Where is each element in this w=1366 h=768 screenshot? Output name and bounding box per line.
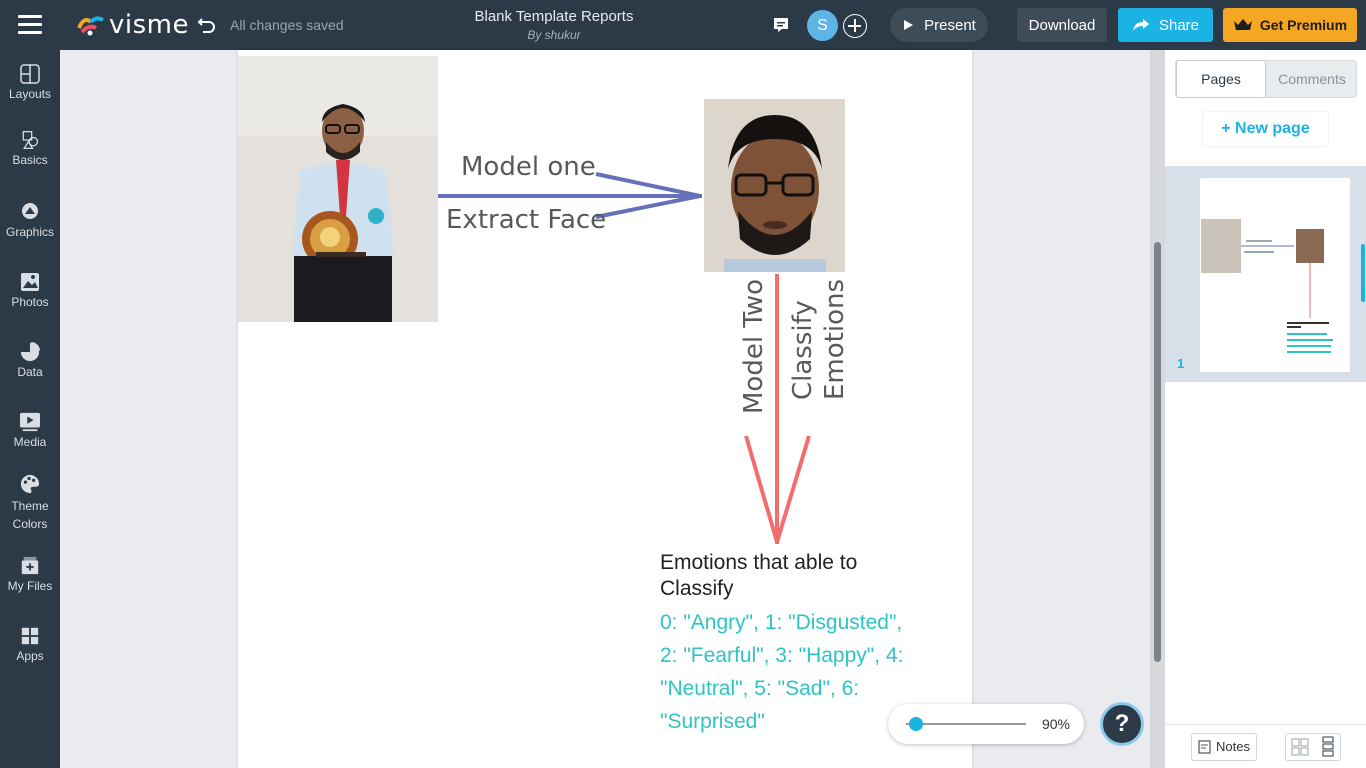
zoom-slider-track[interactable] (906, 723, 1026, 725)
folder-icon (21, 556, 39, 575)
share-icon (1132, 19, 1149, 31)
sidebar-item-label: Graphics (5, 225, 55, 239)
scrollbar-thumb[interactable] (1154, 242, 1161, 662)
tab-comments[interactable]: Comments (1267, 61, 1357, 97)
list-view-icon[interactable] (1314, 734, 1342, 760)
page-number: 1 (1177, 356, 1185, 371)
visme-logo[interactable]: visme (76, 10, 189, 40)
add-collaborator-icon[interactable] (843, 14, 867, 38)
page-thumbnail[interactable] (1200, 178, 1350, 372)
sidebar-item-data[interactable]: Data (0, 342, 60, 379)
sidebar-item-graphics[interactable]: Graphics (0, 202, 60, 239)
zoom-value: 90% (1041, 716, 1070, 732)
sidebar-item-my-files[interactable]: My Files (0, 556, 60, 593)
top-bar: visme All changes saved Blank Template R… (0, 0, 1366, 50)
sidebar-item-theme-colors[interactable]: Theme Colors (0, 474, 60, 533)
sidebar-item-label: Apps (16, 649, 44, 663)
sidebar-item-label: Data (17, 365, 43, 379)
model-two-label[interactable]: Model Two (739, 279, 769, 414)
get-premium-button[interactable]: Get Premium (1223, 8, 1357, 42)
document-title[interactable]: Blank Template Reports (454, 8, 654, 25)
view-toggle (1285, 733, 1341, 761)
zoom-slider-knob[interactable] (909, 717, 923, 731)
sidebar-item-media[interactable]: Media (0, 412, 60, 449)
pie-chart-icon (20, 342, 40, 362)
save-status: All changes saved (230, 17, 344, 33)
left-sidebar: Layouts Basics Graphics Photos Data Medi… (0, 50, 60, 768)
grid-view-icon[interactable] (1286, 734, 1314, 760)
panel-tabs: Pages Comments (1175, 60, 1357, 98)
emotions-heading[interactable]: Emotions that able to Classify (660, 550, 890, 602)
apps-icon (21, 627, 39, 645)
new-page-button[interactable]: + New page (1203, 112, 1328, 146)
media-icon (20, 412, 40, 432)
sidebar-item-photos[interactable]: Photos (0, 272, 60, 309)
sidebar-item-basics[interactable]: Basics (0, 130, 60, 167)
help-button[interactable]: ? (1100, 702, 1144, 746)
sidebar-item-layouts[interactable]: Layouts (0, 64, 60, 101)
download-button[interactable]: Download (1017, 8, 1107, 42)
undo-icon[interactable] (196, 13, 218, 35)
avatar[interactable]: S (807, 10, 838, 41)
zoom-control: 90% (888, 704, 1084, 744)
tab-pages[interactable]: Pages (1176, 60, 1266, 98)
sidebar-item-label: Basics (12, 153, 48, 167)
palette-icon (20, 474, 40, 494)
basics-icon (22, 131, 39, 149)
logo-icon (77, 16, 104, 36)
layouts-icon (20, 64, 40, 84)
share-label: Share (1158, 16, 1200, 34)
model-one-label[interactable]: Model one (461, 152, 596, 182)
sidebar-item-label: Photos (11, 295, 49, 309)
share-button[interactable]: Share (1118, 8, 1213, 42)
graphics-icon (22, 203, 38, 219)
crown-icon (1233, 19, 1252, 30)
notes-label: Notes (1216, 739, 1250, 754)
logo-text: visme (109, 10, 189, 40)
present-button[interactable]: Present (890, 8, 988, 42)
sidebar-item-label: Media (13, 435, 47, 449)
right-panel: Pages Comments + New page 1 Notes (1165, 50, 1366, 768)
photos-icon (21, 273, 39, 291)
emotions-label[interactable]: Emotions (820, 279, 850, 400)
sidebar-item-label: Layouts (8, 87, 52, 101)
sidebar-item-label: Theme Colors (11, 499, 49, 531)
document-author: By shukur (527, 28, 581, 42)
premium-label: Get Premium (1259, 17, 1348, 33)
menu-icon[interactable] (18, 15, 42, 35)
notes-icon (1198, 740, 1211, 754)
thumbnail-scrollbar[interactable] (1361, 244, 1365, 302)
sidebar-item-label: My Files (7, 579, 53, 593)
play-icon (904, 20, 914, 30)
present-label: Present (924, 16, 976, 34)
page-thumbnail-preview (1201, 219, 1333, 353)
classify-label[interactable]: Classify (788, 300, 818, 400)
emotions-list[interactable]: 0: "Angry", 1: "Disgusted", 2: "Fearful"… (660, 606, 920, 738)
comment-icon[interactable] (772, 16, 790, 34)
sidebar-item-apps[interactable]: Apps (0, 626, 60, 663)
extract-face-label[interactable]: Extract Face (446, 205, 606, 235)
pages-list: 1 (1165, 166, 1366, 382)
slide-canvas[interactable]: Model one Extract Face Model Two Classif… (238, 50, 972, 768)
notes-button[interactable]: Notes (1191, 733, 1257, 761)
workspace-scrollbar[interactable] (1150, 50, 1165, 768)
panel-footer: Notes (1165, 724, 1366, 768)
